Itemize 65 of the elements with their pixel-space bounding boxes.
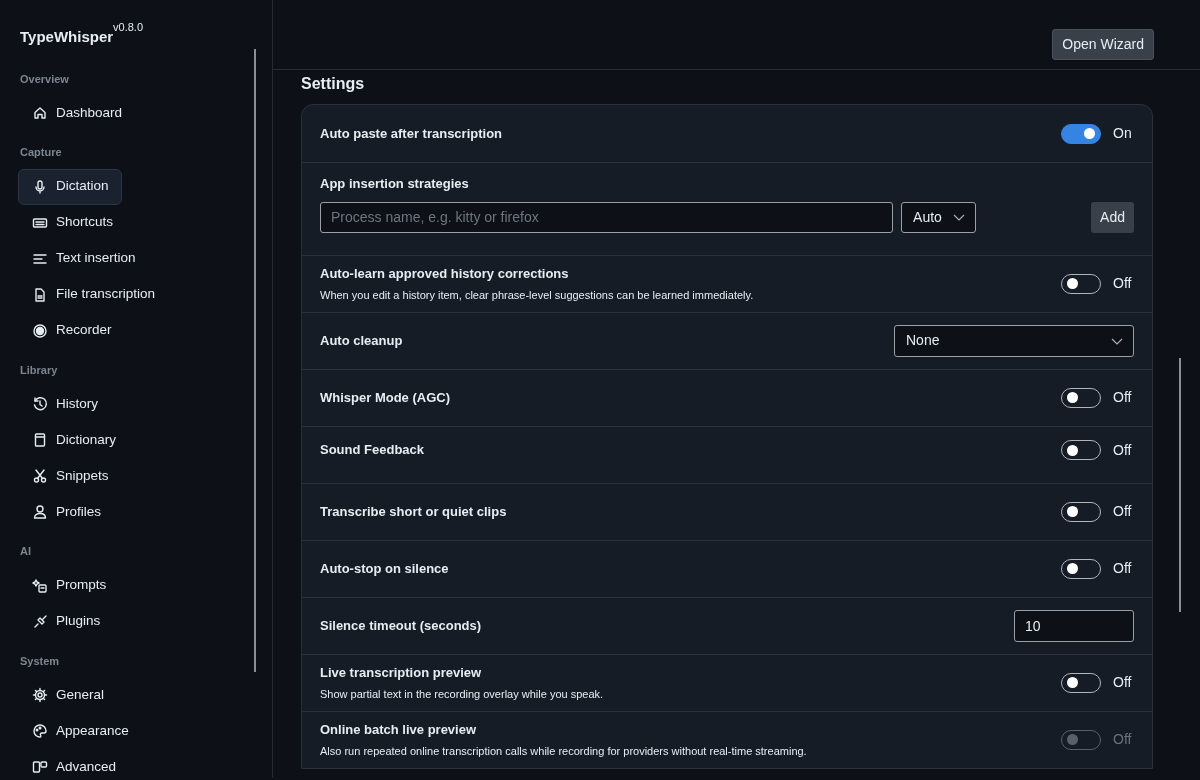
open-wizard-button[interactable]: Open Wizard [1052,29,1154,60]
sparkle-icon [32,577,48,594]
person-icon [32,504,48,520]
sidebar-item[interactable]: Dashboard [18,95,136,131]
setting-label: Auto-stop on silence [320,559,449,578]
toggle-state: Off [1113,388,1133,407]
document-icon [32,286,48,303]
toggle-state: Off [1113,559,1133,578]
toggle-state: Off [1113,730,1133,749]
setting-label: Auto-learn approved history corrections [320,265,570,283]
section-heading: Overview [20,71,70,87]
sidebar-item[interactable]: General [18,677,118,713]
history-icon [32,396,48,412]
sidebar-item[interactable]: Advanced [18,749,130,778]
setting-label: Transcribe short or quiet clips [320,502,507,521]
sidebar-item[interactable]: Profiles [18,494,114,530]
section-heading: System [20,653,61,669]
number-field[interactable]: 10 [1014,609,1134,642]
plug-icon [32,613,48,630]
toggle-state: On [1113,124,1133,143]
sidebar-item[interactable]: Recorder [18,312,125,349]
record-icon [32,322,48,339]
section-heading: Capture [20,145,63,160]
palette-icon [32,723,48,739]
scissors-icon [32,468,48,484]
sidebar-item[interactable]: Plugins [18,603,114,640]
toggle-state: Off [1113,274,1133,293]
setting-description: Also run repeated online transcription calls while recording for providers without real-time streaming. [320,743,807,759]
setting-label: Sound Feedback [320,440,425,459]
sidebar-item[interactable]: Appearance [18,713,142,749]
setting-label: Auto cleanup [320,331,403,350]
book-icon [32,432,48,448]
sidebar-item[interactable]: Prompts [18,567,120,604]
toggle-state: Off [1113,502,1133,521]
sidebar-item[interactable]: Text insertion [18,240,149,277]
cleanup-dropdown[interactable]: None [894,324,1134,357]
setting-label: App insertion strategies [320,175,470,193]
setting-label: Silence timeout (seconds) [320,616,482,635]
gear-icon [32,687,48,703]
toggle-state: Off [1113,673,1133,692]
sidebar-item[interactable]: Dictation [18,168,122,205]
add-button[interactable]: Add [1091,201,1134,233]
sidebar-item[interactable]: Dictionary [18,422,130,458]
sidebar-item[interactable]: History [18,386,111,422]
scrollbar-thumb[interactable] [1179,358,1181,612]
process-name-field[interactable]: Process name, e.g. kitty or firefox [320,201,894,233]
sidebar-item[interactable]: Snippets [18,458,122,494]
mode-dropdown[interactable]: Auto [901,201,977,233]
sidebar-item[interactable]: Shortcuts [18,204,127,241]
setting-description: Show partial text in the recording overlay while you speak. [320,686,604,702]
toggle-switch[interactable] [1061,123,1101,144]
setting-label: Live transcription preview [320,664,483,682]
section-heading: Library [20,362,59,378]
scrollbar-thumb[interactable] [254,49,256,672]
sidebar-item[interactable]: File transcription [18,276,169,313]
home-icon [32,105,48,121]
toggle-state: Off [1113,440,1133,460]
page-title: Settings [301,74,366,94]
setting-label: Auto paste after transcription [320,124,503,143]
window-icon [32,759,48,775]
setting-label: Online batch live preview [320,721,478,739]
setting-description: When you edit a history item, clear phrase-level suggestions can be learned immediately. [320,287,754,303]
microphone-icon [32,178,48,195]
setting-label: Whisper Mode (AGC) [320,388,450,407]
section-heading: AI [20,544,32,559]
